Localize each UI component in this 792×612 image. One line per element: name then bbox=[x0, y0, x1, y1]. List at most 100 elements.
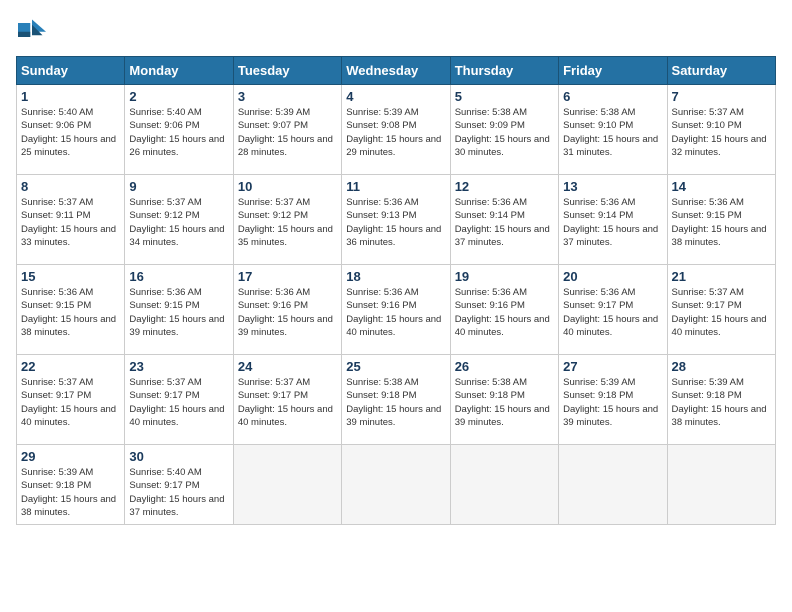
day-info: Sunrise: 5:37 AM Sunset: 9:12 PM Dayligh… bbox=[129, 196, 228, 249]
calendar-cell: 21 Sunrise: 5:37 AM Sunset: 9:17 PM Dayl… bbox=[667, 265, 775, 355]
day-number: 16 bbox=[129, 269, 228, 284]
calendar-cell: 5 Sunrise: 5:38 AM Sunset: 9:09 PM Dayli… bbox=[450, 85, 558, 175]
day-number: 28 bbox=[672, 359, 771, 374]
day-number: 11 bbox=[346, 179, 445, 194]
day-info: Sunrise: 5:40 AM Sunset: 9:06 PM Dayligh… bbox=[21, 106, 120, 159]
day-number: 1 bbox=[21, 89, 120, 104]
day-info: Sunrise: 5:36 AM Sunset: 9:14 PM Dayligh… bbox=[455, 196, 554, 249]
day-info: Sunrise: 5:36 AM Sunset: 9:13 PM Dayligh… bbox=[346, 196, 445, 249]
day-number: 30 bbox=[129, 449, 228, 464]
calendar-cell: 26 Sunrise: 5:38 AM Sunset: 9:18 PM Dayl… bbox=[450, 355, 558, 445]
calendar-cell: 24 Sunrise: 5:37 AM Sunset: 9:17 PM Dayl… bbox=[233, 355, 341, 445]
calendar-cell: 13 Sunrise: 5:36 AM Sunset: 9:14 PM Dayl… bbox=[559, 175, 667, 265]
day-number: 8 bbox=[21, 179, 120, 194]
day-info: Sunrise: 5:36 AM Sunset: 9:15 PM Dayligh… bbox=[672, 196, 771, 249]
column-header-tuesday: Tuesday bbox=[233, 57, 341, 85]
day-info: Sunrise: 5:38 AM Sunset: 9:18 PM Dayligh… bbox=[455, 376, 554, 429]
calendar-cell: 7 Sunrise: 5:37 AM Sunset: 9:10 PM Dayli… bbox=[667, 85, 775, 175]
day-info: Sunrise: 5:39 AM Sunset: 9:07 PM Dayligh… bbox=[238, 106, 337, 159]
day-info: Sunrise: 5:37 AM Sunset: 9:17 PM Dayligh… bbox=[672, 286, 771, 339]
calendar-cell: 14 Sunrise: 5:36 AM Sunset: 9:15 PM Dayl… bbox=[667, 175, 775, 265]
column-header-saturday: Saturday bbox=[667, 57, 775, 85]
day-info: Sunrise: 5:38 AM Sunset: 9:10 PM Dayligh… bbox=[563, 106, 662, 159]
day-number: 5 bbox=[455, 89, 554, 104]
day-number: 20 bbox=[563, 269, 662, 284]
calendar-cell: 27 Sunrise: 5:39 AM Sunset: 9:18 PM Dayl… bbox=[559, 355, 667, 445]
day-info: Sunrise: 5:37 AM Sunset: 9:17 PM Dayligh… bbox=[129, 376, 228, 429]
day-info: Sunrise: 5:40 AM Sunset: 9:17 PM Dayligh… bbox=[129, 466, 228, 519]
day-number: 12 bbox=[455, 179, 554, 194]
day-info: Sunrise: 5:39 AM Sunset: 9:18 PM Dayligh… bbox=[563, 376, 662, 429]
day-number: 18 bbox=[346, 269, 445, 284]
week-row-3: 15 Sunrise: 5:36 AM Sunset: 9:15 PM Dayl… bbox=[17, 265, 776, 355]
day-number: 19 bbox=[455, 269, 554, 284]
day-info: Sunrise: 5:37 AM Sunset: 9:11 PM Dayligh… bbox=[21, 196, 120, 249]
calendar-cell: 18 Sunrise: 5:36 AM Sunset: 9:16 PM Dayl… bbox=[342, 265, 450, 355]
day-number: 15 bbox=[21, 269, 120, 284]
calendar-cell bbox=[233, 445, 341, 525]
week-row-1: 1 Sunrise: 5:40 AM Sunset: 9:06 PM Dayli… bbox=[17, 85, 776, 175]
day-number: 26 bbox=[455, 359, 554, 374]
day-info: Sunrise: 5:39 AM Sunset: 9:18 PM Dayligh… bbox=[21, 466, 120, 519]
calendar-cell: 29 Sunrise: 5:39 AM Sunset: 9:18 PM Dayl… bbox=[17, 445, 125, 525]
day-info: Sunrise: 5:36 AM Sunset: 9:16 PM Dayligh… bbox=[455, 286, 554, 339]
day-number: 9 bbox=[129, 179, 228, 194]
day-info: Sunrise: 5:37 AM Sunset: 9:17 PM Dayligh… bbox=[238, 376, 337, 429]
calendar-cell: 6 Sunrise: 5:38 AM Sunset: 9:10 PM Dayli… bbox=[559, 85, 667, 175]
calendar-cell: 11 Sunrise: 5:36 AM Sunset: 9:13 PM Dayl… bbox=[342, 175, 450, 265]
day-info: Sunrise: 5:40 AM Sunset: 9:06 PM Dayligh… bbox=[129, 106, 228, 159]
day-number: 14 bbox=[672, 179, 771, 194]
calendar-body: 1 Sunrise: 5:40 AM Sunset: 9:06 PM Dayli… bbox=[17, 85, 776, 525]
column-header-wednesday: Wednesday bbox=[342, 57, 450, 85]
day-info: Sunrise: 5:36 AM Sunset: 9:15 PM Dayligh… bbox=[129, 286, 228, 339]
calendar-cell: 25 Sunrise: 5:38 AM Sunset: 9:18 PM Dayl… bbox=[342, 355, 450, 445]
column-header-sunday: Sunday bbox=[17, 57, 125, 85]
week-row-2: 8 Sunrise: 5:37 AM Sunset: 9:11 PM Dayli… bbox=[17, 175, 776, 265]
day-info: Sunrise: 5:37 AM Sunset: 9:17 PM Dayligh… bbox=[21, 376, 120, 429]
calendar-cell: 19 Sunrise: 5:36 AM Sunset: 9:16 PM Dayl… bbox=[450, 265, 558, 355]
calendar-cell: 1 Sunrise: 5:40 AM Sunset: 9:06 PM Dayli… bbox=[17, 85, 125, 175]
day-number: 13 bbox=[563, 179, 662, 194]
calendar-cell bbox=[559, 445, 667, 525]
logo-icon bbox=[16, 16, 48, 44]
calendar-cell bbox=[667, 445, 775, 525]
week-row-5: 29 Sunrise: 5:39 AM Sunset: 9:18 PM Dayl… bbox=[17, 445, 776, 525]
calendar-cell: 23 Sunrise: 5:37 AM Sunset: 9:17 PM Dayl… bbox=[125, 355, 233, 445]
day-number: 22 bbox=[21, 359, 120, 374]
calendar-cell: 16 Sunrise: 5:36 AM Sunset: 9:15 PM Dayl… bbox=[125, 265, 233, 355]
calendar-cell: 9 Sunrise: 5:37 AM Sunset: 9:12 PM Dayli… bbox=[125, 175, 233, 265]
day-info: Sunrise: 5:36 AM Sunset: 9:16 PM Dayligh… bbox=[346, 286, 445, 339]
calendar-cell: 12 Sunrise: 5:36 AM Sunset: 9:14 PM Dayl… bbox=[450, 175, 558, 265]
calendar-cell: 2 Sunrise: 5:40 AM Sunset: 9:06 PM Dayli… bbox=[125, 85, 233, 175]
day-number: 25 bbox=[346, 359, 445, 374]
column-header-friday: Friday bbox=[559, 57, 667, 85]
calendar-cell: 4 Sunrise: 5:39 AM Sunset: 9:08 PM Dayli… bbox=[342, 85, 450, 175]
week-row-4: 22 Sunrise: 5:37 AM Sunset: 9:17 PM Dayl… bbox=[17, 355, 776, 445]
day-info: Sunrise: 5:37 AM Sunset: 9:12 PM Dayligh… bbox=[238, 196, 337, 249]
calendar-cell bbox=[342, 445, 450, 525]
column-header-monday: Monday bbox=[125, 57, 233, 85]
day-number: 4 bbox=[346, 89, 445, 104]
calendar-cell: 17 Sunrise: 5:36 AM Sunset: 9:16 PM Dayl… bbox=[233, 265, 341, 355]
calendar-cell: 28 Sunrise: 5:39 AM Sunset: 9:18 PM Dayl… bbox=[667, 355, 775, 445]
page-header bbox=[16, 16, 776, 44]
calendar-cell: 10 Sunrise: 5:37 AM Sunset: 9:12 PM Dayl… bbox=[233, 175, 341, 265]
day-number: 23 bbox=[129, 359, 228, 374]
day-number: 3 bbox=[238, 89, 337, 104]
day-number: 27 bbox=[563, 359, 662, 374]
calendar-table: SundayMondayTuesdayWednesdayThursdayFrid… bbox=[16, 56, 776, 525]
calendar-cell: 22 Sunrise: 5:37 AM Sunset: 9:17 PM Dayl… bbox=[17, 355, 125, 445]
calendar-header-row: SundayMondayTuesdayWednesdayThursdayFrid… bbox=[17, 57, 776, 85]
day-number: 2 bbox=[129, 89, 228, 104]
day-number: 21 bbox=[672, 269, 771, 284]
day-info: Sunrise: 5:36 AM Sunset: 9:16 PM Dayligh… bbox=[238, 286, 337, 339]
day-number: 29 bbox=[21, 449, 120, 464]
day-info: Sunrise: 5:36 AM Sunset: 9:15 PM Dayligh… bbox=[21, 286, 120, 339]
day-number: 17 bbox=[238, 269, 337, 284]
day-info: Sunrise: 5:37 AM Sunset: 9:10 PM Dayligh… bbox=[672, 106, 771, 159]
logo bbox=[16, 16, 52, 44]
day-info: Sunrise: 5:38 AM Sunset: 9:18 PM Dayligh… bbox=[346, 376, 445, 429]
day-info: Sunrise: 5:38 AM Sunset: 9:09 PM Dayligh… bbox=[455, 106, 554, 159]
calendar-cell: 20 Sunrise: 5:36 AM Sunset: 9:17 PM Dayl… bbox=[559, 265, 667, 355]
calendar-cell bbox=[450, 445, 558, 525]
